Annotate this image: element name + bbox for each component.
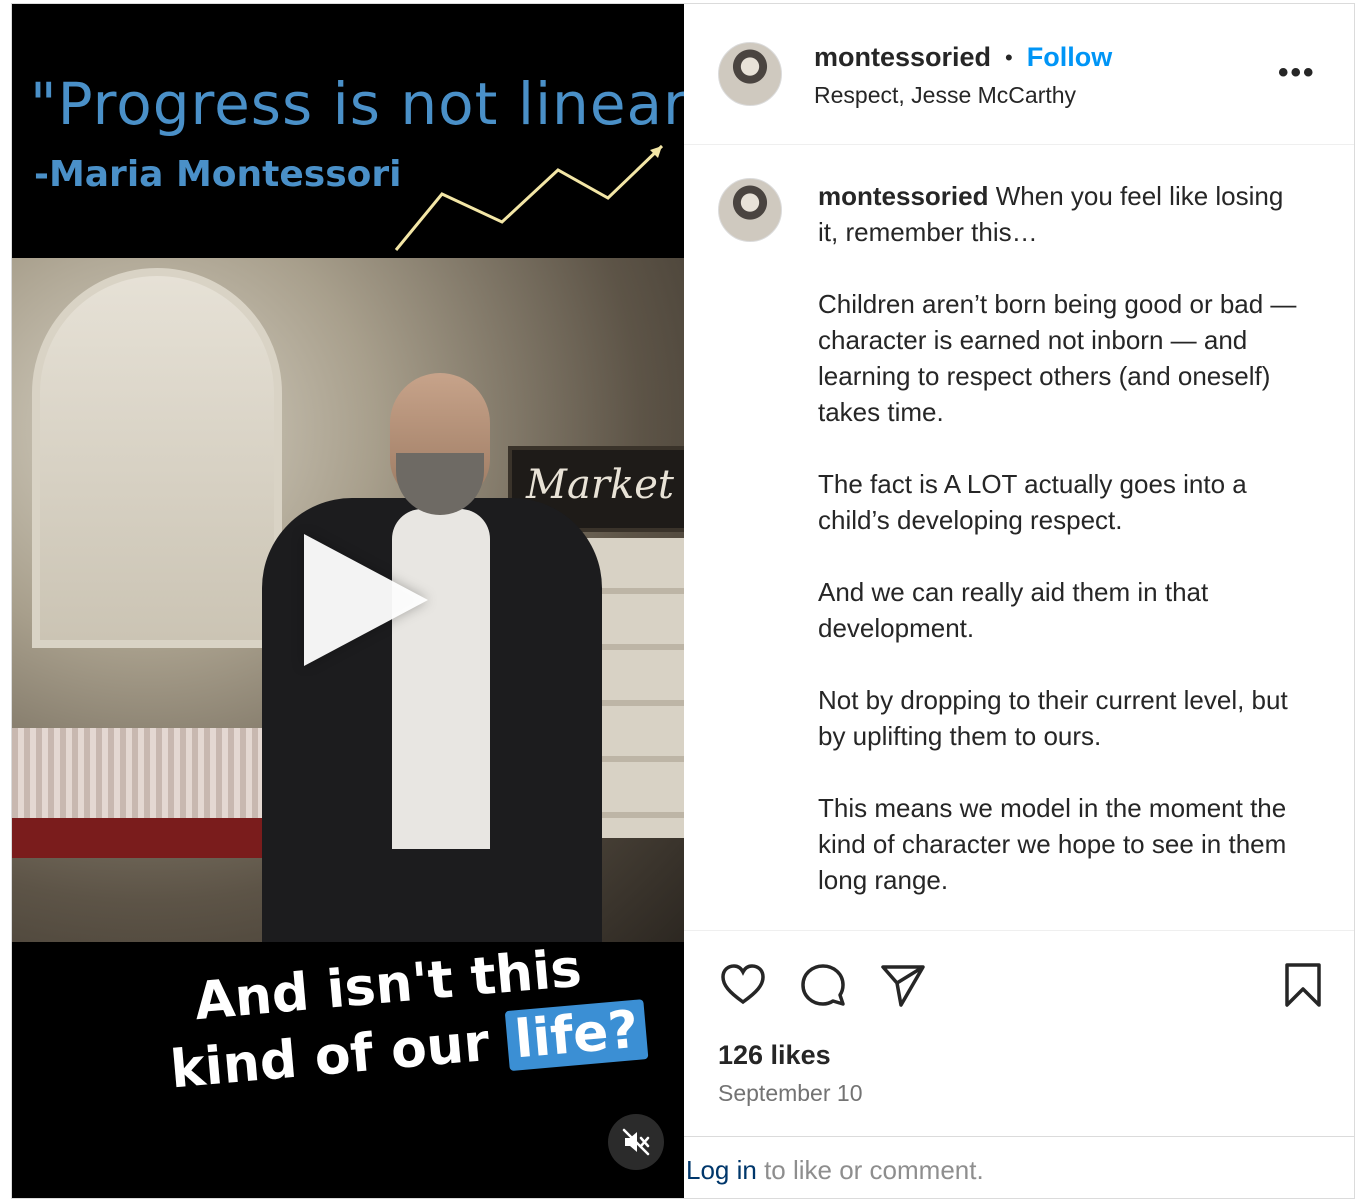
heart-icon xyxy=(721,964,765,1005)
follow-button[interactable]: Follow xyxy=(1027,42,1112,73)
mute-button[interactable] xyxy=(608,1114,664,1170)
caption-paragraph: And we can really aid them in that devel… xyxy=(818,577,1209,643)
post-caption: montessoried When you feel like losing i… xyxy=(818,178,1308,934)
caption-avatar[interactable] xyxy=(718,178,782,242)
header-username[interactable]: montessoried xyxy=(814,42,991,73)
video-quote-text: "Progress is not linear." xyxy=(30,70,684,138)
window-arch xyxy=(32,268,282,648)
like-button[interactable] xyxy=(718,960,768,1010)
divider xyxy=(684,930,1354,931)
bookmark-icon xyxy=(1285,963,1321,1007)
save-button[interactable] xyxy=(1278,960,1328,1010)
post-header: montessoried • Follow Respect, Jesse McC… xyxy=(684,4,1354,145)
post-location[interactable]: Respect, Jesse McCarthy xyxy=(814,82,1076,109)
header-user-row: montessoried • Follow xyxy=(814,42,1112,73)
play-icon[interactable] xyxy=(304,534,428,666)
comment-icon xyxy=(801,964,845,1006)
speaker-muted-icon xyxy=(622,1128,650,1156)
caption-paragraph: This means we model in the moment the ki… xyxy=(818,793,1287,895)
avatar[interactable] xyxy=(718,42,782,106)
login-bar: Log in to like or comment. xyxy=(684,1136,1354,1199)
caption-paragraph: Children aren’t born being good or bad —… xyxy=(818,289,1297,427)
post-date[interactable]: September 10 xyxy=(718,1080,862,1107)
post-sidebar: montessoried • Follow Respect, Jesse McC… xyxy=(684,4,1354,1198)
comment-button[interactable] xyxy=(798,960,848,1010)
video-caption: And isn't this kind of our life? xyxy=(162,930,649,1103)
login-link[interactable]: Log in xyxy=(686,1155,757,1185)
video-quote-author: -Maria Montessori xyxy=(34,154,402,195)
likes-count[interactable]: 126 likes xyxy=(718,1040,831,1071)
send-icon xyxy=(881,965,925,1007)
video-caption-highlight: life? xyxy=(504,999,649,1072)
trend-arrow-icon xyxy=(394,144,664,251)
action-bar xyxy=(718,960,1328,1010)
separator-dot: • xyxy=(1005,44,1013,70)
caption-paragraph: The fact is A LOT actually goes into a c… xyxy=(818,469,1247,535)
post-video[interactable]: "Progress is not linear." -Maria Montess… xyxy=(12,4,684,1198)
caption-paragraph: Not by dropping to their current level, … xyxy=(818,685,1288,751)
login-prompt: Log in to like or comment. xyxy=(686,1155,984,1186)
caption-username[interactable]: montessoried xyxy=(818,181,989,211)
caption-first-paragraph: montessoried When you feel like losing i… xyxy=(818,178,1308,250)
more-options-icon[interactable]: ••• xyxy=(1278,56,1316,90)
share-button[interactable] xyxy=(878,960,928,1010)
login-prompt-text: to like or comment. xyxy=(756,1155,984,1185)
